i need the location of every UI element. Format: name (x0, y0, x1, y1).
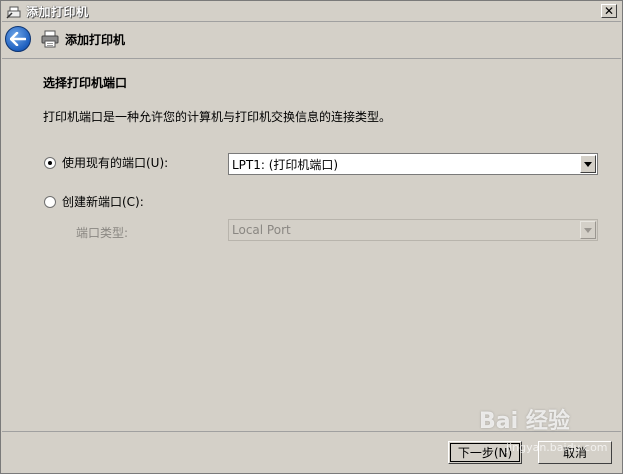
cancel-button[interactable]: 取消 (538, 441, 612, 464)
close-button[interactable]: ✕ (601, 4, 617, 18)
description-text: 打印机端口是一种允许您的计算机与打印机交换信息的连接类型。 (43, 110, 392, 124)
back-arrow-icon (10, 32, 26, 46)
port-type-value: Local Port (232, 223, 291, 237)
create-new-port-label[interactable]: 创建新端口(C): (62, 193, 144, 210)
wizard-header: 添加打印机 (2, 23, 621, 55)
port-type-dropdown: Local Port (228, 219, 598, 241)
port-type-label: 端口类型: (76, 226, 129, 240)
back-button[interactable] (5, 26, 31, 52)
existing-port-value: LPT1: (打印机端口) (232, 157, 339, 172)
use-existing-port-option[interactable]: 使用现有的端口(U): (44, 154, 168, 171)
wizard-title: 添加打印机 (65, 32, 126, 47)
window-title: 添加打印机 (26, 5, 89, 19)
use-existing-port-radio[interactable] (44, 156, 56, 169)
wizard-content: 选择打印机端口 打印机端口是一种允许您的计算机与打印机交换信息的连接类型。 使用… (2, 58, 621, 430)
printer-icon (41, 30, 59, 48)
title-bar[interactable]: 添加打印机 ✕ (2, 2, 621, 22)
chevron-down-icon (580, 221, 596, 239)
close-icon: ✕ (603, 4, 615, 18)
next-button[interactable]: 下一步(N) (448, 441, 522, 464)
create-new-port-radio[interactable] (44, 195, 56, 208)
create-new-port-option[interactable]: 创建新端口(C): (44, 193, 144, 210)
add-printer-window: 添加打印机 ✕ 添加打印机 选择打印机端口 打印机端口是一种允许您的计算机与打印… (0, 0, 623, 474)
section-title: 选择打印机端口 (43, 76, 128, 90)
chevron-down-icon[interactable] (580, 155, 596, 173)
wizard-footer: 下一步(N) 取消 (2, 431, 621, 473)
existing-port-dropdown[interactable]: LPT1: (打印机端口) (228, 153, 598, 175)
use-existing-port-label[interactable]: 使用现有的端口(U): (62, 154, 168, 171)
printer-wizard-icon (6, 6, 21, 19)
